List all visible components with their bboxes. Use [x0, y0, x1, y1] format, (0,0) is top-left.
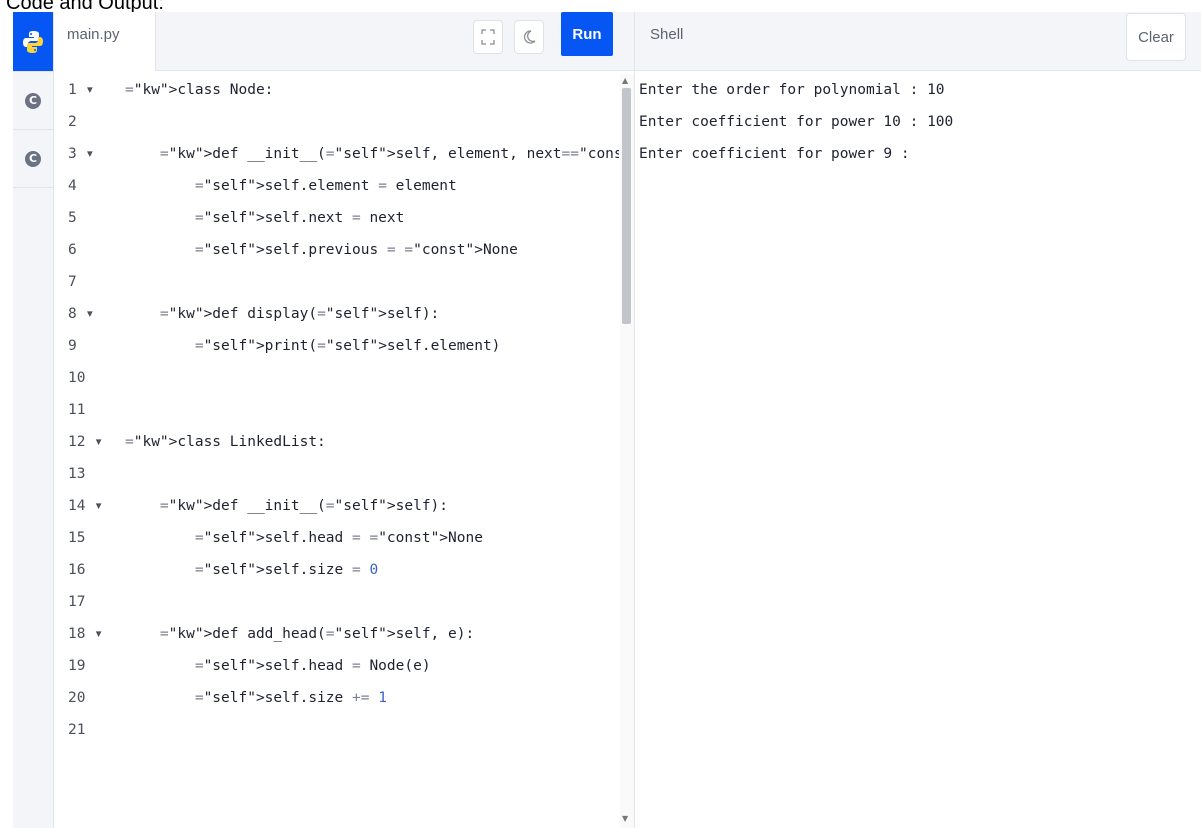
code-text: ="self">print(="self">self.element) — [194, 338, 501, 354]
code-line[interactable]: 15 ="self">self.head = ="const">None — [54, 522, 619, 554]
shell-panel: Shell Clear Enter the order for polynomi… — [635, 12, 1201, 828]
file-tab-main-py[interactable]: main.py — [54, 12, 156, 71]
code-text: ="kw">def display(="self">self): — [159, 306, 440, 322]
scroll-up-icon[interactable]: ▲ — [622, 76, 628, 85]
line-number: 17 — [68, 594, 86, 610]
shell-title: Shell — [650, 26, 684, 43]
line-number: 10 — [68, 370, 86, 386]
code-line[interactable]: 21 — [54, 714, 619, 746]
code-line[interactable]: 4 ="self">self.element = element — [54, 170, 619, 202]
code-line[interactable]: 13 — [54, 458, 619, 490]
line-number: 6 — [68, 242, 77, 258]
code-text: ="self">self.head = Node(e) — [194, 658, 431, 674]
code-text: ="kw">class Node: — [125, 82, 274, 98]
fullscreen-icon — [481, 29, 495, 45]
line-number: 14 ▾ — [68, 498, 103, 514]
code-text: ="self">self.element = element — [194, 178, 457, 194]
code-line[interactable]: 16 ="self">self.size = 0 — [54, 554, 619, 586]
code-text: ="self">self.previous = ="const">None — [194, 242, 518, 258]
code-line[interactable]: 18 ▾ ="kw">def add_head(="self">self, e)… — [54, 618, 619, 650]
shell-output-line: Enter coefficient for power 9 : — [639, 146, 910, 162]
line-number: 18 ▾ — [68, 626, 103, 642]
code-line[interactable]: 3 ▾ ="kw">def __init__(="self">self, ele… — [54, 138, 619, 170]
code-line[interactable]: 12 ▾ ="kw">class LinkedList: — [54, 426, 619, 458]
code-line[interactable]: 9 ="self">print(="self">self.element) — [54, 330, 619, 362]
line-number: 5 — [68, 210, 77, 226]
code-line[interactable]: 17 — [54, 586, 619, 618]
code-line[interactable]: 8 ▾ ="kw">def display(="self">self): — [54, 298, 619, 330]
code-line[interactable]: 5 ="self">self.next = next — [54, 202, 619, 234]
line-number: 19 — [68, 658, 86, 674]
line-number: 20 — [68, 690, 86, 706]
line-number: 12 ▾ — [68, 434, 103, 450]
line-number: 8 ▾ — [68, 306, 95, 322]
line-number: 16 — [68, 562, 86, 578]
language-c-button[interactable]: C — [13, 72, 53, 130]
theme-toggle-button[interactable] — [514, 20, 544, 54]
code-line[interactable]: 11 — [54, 394, 619, 426]
shell-output-line: Enter coefficient for power 10 : 100 — [639, 114, 954, 130]
line-number: 4 — [68, 178, 77, 194]
run-button[interactable]: Run — [561, 12, 613, 56]
c-icon: C — [25, 150, 41, 167]
line-number: 13 — [68, 466, 86, 482]
code-line[interactable]: 10 — [54, 362, 619, 394]
code-line[interactable]: 7 — [54, 266, 619, 298]
code-text: ="self">self.next = next — [194, 210, 405, 226]
language-sidebar: C C — [13, 12, 54, 828]
code-line[interactable]: 6 ="self">self.previous = ="const">None — [54, 234, 619, 266]
language-cpp-button[interactable]: C — [13, 130, 53, 188]
scroll-down-icon[interactable]: ▼ — [622, 814, 628, 823]
code-text: ="kw">class LinkedList: — [125, 434, 326, 450]
language-python-button[interactable] — [13, 12, 53, 72]
code-line[interactable]: 14 ▾ ="kw">def __init__(="self">self): — [54, 490, 619, 522]
line-number: 9 — [68, 338, 77, 354]
shell-output-line: Enter the order for polynomial : 10 — [639, 82, 945, 98]
fullscreen-button[interactable] — [473, 20, 503, 54]
code-text: ="self">self.size += 1 — [194, 690, 387, 706]
code-text: ="kw">def add_head(="self">self, e): — [159, 626, 475, 642]
line-number: 2 — [68, 114, 77, 130]
line-number: 1 ▾ — [68, 82, 95, 98]
code-text: ="self">self.size = 0 — [194, 562, 379, 578]
code-line[interactable]: 2 — [54, 106, 619, 138]
moon-icon — [523, 30, 536, 44]
line-number: 3 ▾ — [68, 146, 95, 162]
shell-output[interactable]: Enter the order for polynomial : 10 Ente… — [639, 74, 953, 170]
editor-scrollbar[interactable]: ▲ ▼ — [620, 74, 634, 828]
code-line[interactable]: 19 ="self">self.head = Node(e) — [54, 650, 619, 682]
online-python-compiler: C C main.py Run 1 ▾ ="kw">class Node: 2 3 ▾… — [0, 12, 1201, 828]
code-text: ="kw">def __init__(="self">self, element… — [159, 146, 619, 162]
code-line[interactable]: 20 ="self">self.size += 1 — [54, 682, 619, 714]
python-icon — [23, 30, 43, 53]
line-number: 21 — [68, 722, 86, 738]
clear-button[interactable]: Clear — [1126, 13, 1186, 61]
scrollbar-thumb[interactable] — [622, 88, 631, 324]
shell-header: Shell Clear — [635, 12, 1201, 71]
code-area[interactable]: 1 ▾ ="kw">class Node: 2 3 ▾ ="kw">def __ini… — [54, 74, 619, 828]
editor-toolbar: main.py Run — [54, 12, 634, 71]
c-icon: C — [25, 92, 41, 109]
code-text: ="kw">def __init__(="self">self): — [159, 498, 449, 514]
line-number: 15 — [68, 530, 86, 546]
line-number: 11 — [68, 402, 86, 418]
line-number: 7 — [68, 274, 77, 290]
code-editor-panel: main.py Run 1 ▾ ="kw">class Node: 2 3 ▾ ="k… — [54, 12, 635, 828]
code-text: ="self">self.head = ="const">None — [194, 530, 483, 546]
code-line[interactable]: 1 ▾ ="kw">class Node: — [54, 74, 619, 106]
